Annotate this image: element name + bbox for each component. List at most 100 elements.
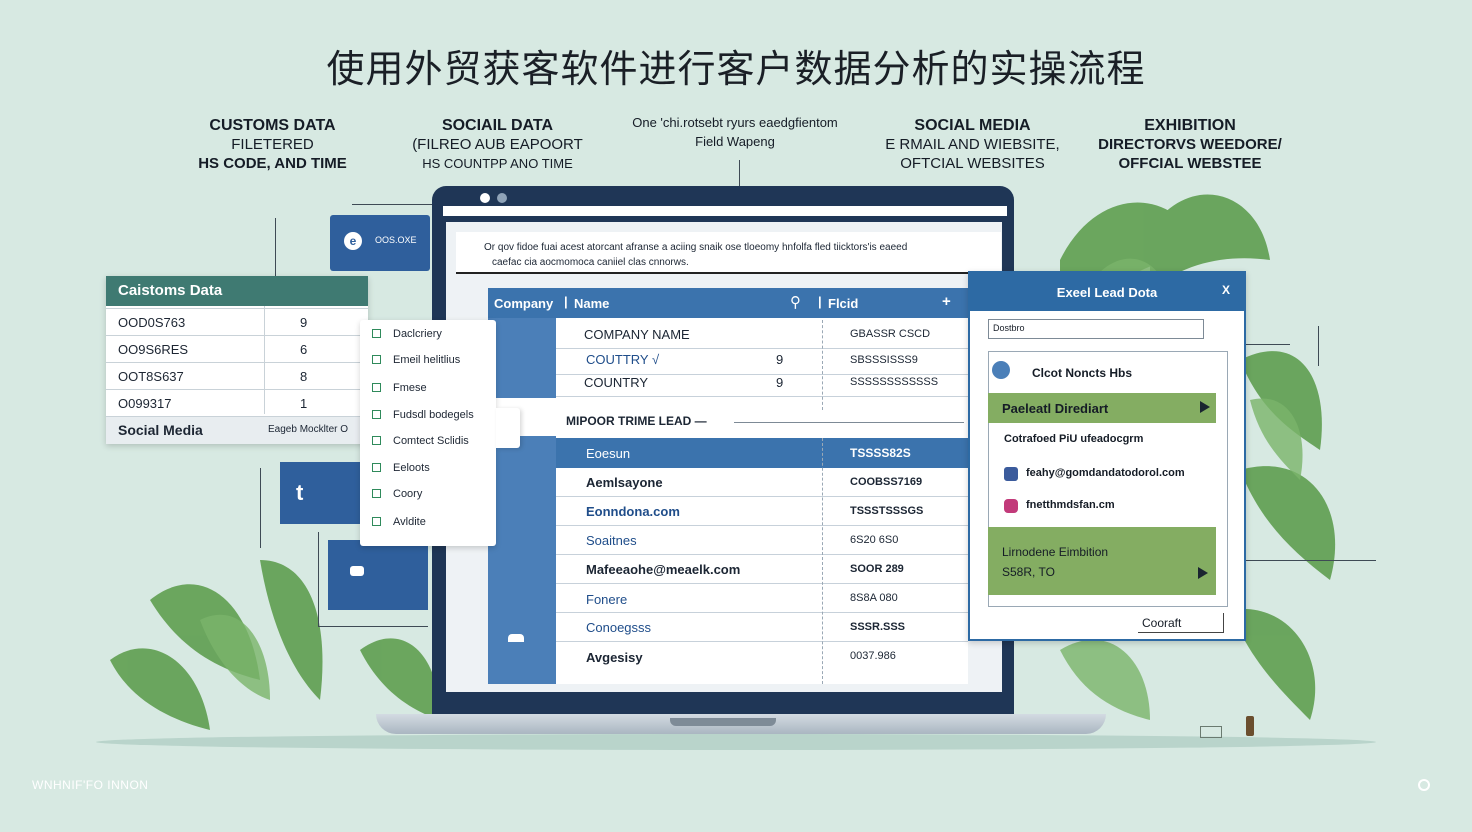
web-badge: e OOS.OXE — [330, 215, 430, 271]
check-item-label: Comtect Sclidis — [393, 435, 469, 447]
table-row[interactable]: OOD0S763 9 — [106, 308, 368, 335]
checkbox-icon[interactable] — [372, 355, 381, 364]
facebook-icon — [1004, 467, 1018, 481]
check-item[interactable]: Eeloots — [372, 462, 430, 474]
row-value: SSSR.SSS — [850, 621, 906, 633]
column-divider: | — [818, 294, 822, 309]
customs-code: OO9S6RES — [118, 342, 189, 357]
customs-data-panel: Caistoms Data OOD0S763 9 OO9S6RES 6 OOT8… — [106, 276, 368, 444]
check-item-label: Fudsdl bodegels — [393, 409, 474, 421]
selected-row[interactable]: Eoesun TSSSS82S — [556, 438, 968, 468]
checkbox-icon[interactable] — [372, 329, 381, 338]
table-row[interactable]: Mafeeaohe@meaelk.com SOOR 289 — [556, 555, 968, 584]
table-row[interactable]: COUNTRY 9 SSSSSSSSSSSS — [556, 368, 968, 397]
table-row[interactable]: COMPANY NAME GBASSR CSCD — [556, 320, 968, 349]
check-item[interactable]: Daclcriery — [372, 328, 442, 340]
heart-icon — [992, 361, 1010, 379]
import-divider — [734, 422, 964, 423]
check-item[interactable]: Avldite — [372, 516, 426, 528]
checkbox-icon[interactable] — [372, 410, 381, 419]
table-row[interactable]: Avgesisy 0037.986 — [556, 642, 968, 671]
laptop-topbar — [443, 206, 1007, 216]
exhibition-row[interactable]: Lirnodene Eimbition S58R, TO — [988, 527, 1216, 595]
checkbox-icon[interactable] — [372, 517, 381, 526]
search-icon[interactable]: ⚲ — [790, 293, 801, 311]
check-item[interactable]: Emeil helitlius — [372, 354, 460, 366]
footer-text: WNHNIF'FO INNON — [32, 778, 149, 792]
connector-line — [352, 204, 442, 205]
close-icon[interactable]: X — [1222, 283, 1230, 297]
window-dot — [480, 193, 490, 203]
header-social-media-line2: E RMAIL AND WIEBSITE, — [885, 136, 1060, 153]
check-item-label: Coory — [393, 488, 423, 500]
checklist-tab — [496, 408, 520, 448]
check-item-label: Fmese — [393, 382, 427, 394]
excel-lead-panel: Exeel Lead Dota X Dostbro Clcot Noncts H… — [968, 271, 1246, 641]
connector-line — [1240, 344, 1290, 345]
table-row[interactable]: OOT8S637 8 — [106, 362, 368, 389]
facebook-email: feahy@gomdandatodorol.com — [1026, 467, 1185, 479]
row-label: Eonndona.com — [586, 504, 680, 519]
row-label: Eoesun — [586, 446, 631, 461]
connector-line — [260, 468, 261, 548]
connector-line — [1236, 560, 1376, 561]
checkbox-icon[interactable] — [372, 436, 381, 445]
play-icon[interactable] — [1198, 567, 1208, 579]
contact-line: Cotrafoed PiU ufeadocgrm — [1004, 433, 1144, 445]
lead-table: Company | Name ⚲ | Flcid + COMPANY NAME … — [488, 288, 968, 684]
check-item[interactable]: Fudsdl bodegels — [372, 409, 474, 421]
header-customs-line1: CUSTOMS DATA — [209, 117, 336, 134]
search-input[interactable]: Dostbro — [988, 319, 1204, 339]
note-box: Or qov fidoe fuai acest atorcant afranse… — [456, 232, 1001, 274]
column-field[interactable]: Flcid — [828, 296, 858, 311]
table-row[interactable]: Soaitnes 6S20 6S0 — [556, 526, 968, 555]
checkbox-icon[interactable] — [372, 463, 381, 472]
check-item[interactable]: Comtect Sclidis — [372, 435, 469, 447]
table-row[interactable]: Conoegsss SSSR.SSS — [556, 613, 968, 642]
checkbox-icon[interactable] — [372, 489, 381, 498]
add-column-button[interactable]: + — [942, 293, 951, 310]
table-row[interactable]: Fonere 8S8A 080 — [556, 584, 968, 613]
header-customs: CUSTOMS DATA FILETERED HS CODE, AND TIME — [180, 116, 365, 173]
table-row[interactable]: OO9S6RES 6 — [106, 335, 368, 362]
connector-line — [1318, 326, 1319, 366]
header-social-media: SOCIAL MEDIA E RMAIL AND WIEBSITE, OFTCI… — [880, 116, 1065, 173]
row-value: SSSSSSSSSSSS — [850, 376, 939, 388]
column-company[interactable]: Company — [494, 296, 553, 311]
instagram-handle: fnetthmdsfan.cm — [1026, 499, 1115, 511]
social-media-label: Social Media — [118, 422, 203, 438]
table-row[interactable]: Aemlsayone COOBSS7169 — [556, 468, 968, 497]
row-value: SOOR 289 — [850, 563, 904, 575]
excel-panel-header: Exeel Lead Dota X — [970, 273, 1244, 311]
import-label: MIPOOR TRIME LEAD — — [566, 414, 707, 428]
check-item-label: Daclcriery — [393, 328, 442, 340]
row-label: Aemlsayone — [586, 475, 663, 490]
customs-value: 8 — [300, 369, 308, 384]
header-social-data: SOCIAIL DATA (FILREO AUB EAPOORT HS COUN… — [400, 116, 595, 173]
row-value: 6S20 6S0 — [850, 534, 899, 546]
social-media-value: Eageb Mocklter O — [268, 424, 349, 435]
row-label: COUNTRY — [584, 375, 649, 390]
header-exhibition-line3: OFFCIAL WEBSTEE — [1118, 155, 1262, 172]
column-name[interactable]: Name — [574, 296, 609, 311]
checkbox-icon[interactable] — [372, 383, 381, 392]
check-item[interactable]: Coory — [372, 488, 422, 500]
social-media-row[interactable]: Social Media Eageb Mocklter O — [106, 416, 368, 444]
instagram-icon — [1004, 499, 1018, 513]
play-icon[interactable] — [1200, 401, 1210, 413]
laptop-notch — [670, 718, 776, 726]
check-item-label: Eeloots — [393, 462, 430, 474]
row-value: SBSSSISSS9 — [850, 354, 918, 366]
header-exhibition-line2: DIRECTORVS WEEDORE/ — [1098, 136, 1282, 153]
contact-button[interactable]: Cooraft — [1138, 613, 1224, 633]
check-item-label: Avldite — [393, 516, 426, 528]
green-row[interactable]: Paeleatl Dirediart — [988, 393, 1216, 423]
table-row[interactable]: O099317 1 — [106, 389, 368, 416]
header-social-media-line1: SOCIAL MEDIA — [914, 117, 1031, 134]
row-value: GBASSR CSCD — [850, 328, 931, 340]
table-row[interactable]: Eonndona.com TSSSTSSSGS — [556, 497, 968, 526]
row-label: Mafeeaohe@meaelk.com — [586, 562, 741, 577]
check-item[interactable]: Fmese — [372, 382, 427, 394]
column-separator — [822, 320, 823, 410]
row-label: COMPANY NAME — [584, 327, 690, 342]
